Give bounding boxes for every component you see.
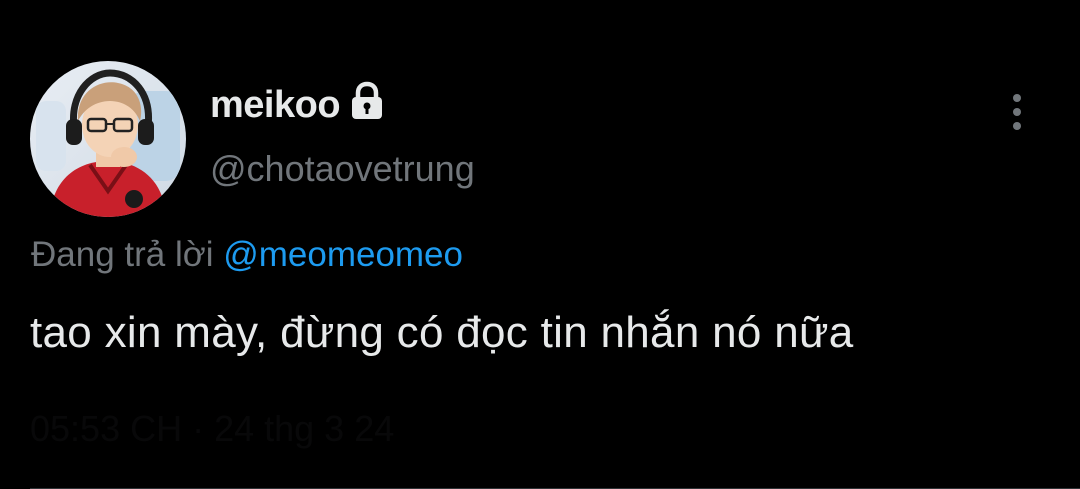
more-options-button[interactable] bbox=[1000, 88, 1034, 136]
display-name[interactable]: meikoo bbox=[210, 84, 341, 127]
more-vertical-icon-dot bbox=[1013, 122, 1021, 130]
avatar-image bbox=[30, 61, 186, 217]
reply-mention-link[interactable]: @meomeomeo bbox=[223, 235, 463, 274]
tweet-timestamp[interactable]: 05:53 CH · 24 thg 3 24 bbox=[30, 408, 394, 450]
lock-icon bbox=[348, 81, 386, 126]
avatar[interactable] bbox=[30, 61, 186, 217]
more-vertical-icon-dot bbox=[1013, 108, 1021, 116]
user-handle[interactable]: @chotaovetrung bbox=[210, 148, 475, 190]
author-name-row[interactable]: meikoo bbox=[210, 78, 386, 132]
replying-to-label: Đang trả lời bbox=[31, 235, 214, 274]
more-vertical-icon bbox=[1013, 94, 1021, 102]
replying-to: Đang trả lời @meomeomeo bbox=[31, 235, 463, 275]
tweet-text: tao xin mày, đừng có đọc tin nhắn nó nữa bbox=[30, 308, 854, 357]
